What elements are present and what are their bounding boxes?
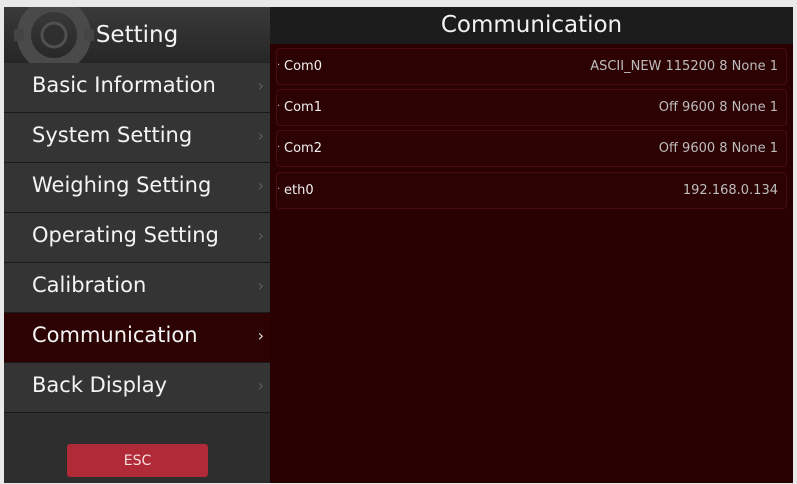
sidebar-item-label: Back Display: [32, 373, 168, 397]
bullet-icon: ·: [277, 184, 281, 195]
bullet-icon: ·: [277, 60, 281, 71]
sidebar-item-back-display[interactable]: Back Display ›: [4, 363, 270, 413]
sidebar-item-label: Basic Information: [32, 73, 216, 97]
bullet-icon: ·: [277, 101, 281, 112]
sidebar-item-label: Calibration: [32, 273, 147, 297]
chevron-right-icon: ›: [257, 326, 264, 345]
chevron-right-icon: ›: [257, 276, 264, 295]
sidebar-item-basic-information[interactable]: Basic Information ›: [4, 63, 270, 113]
sidebar-menu: Basic Information › System Setting › Wei…: [4, 63, 270, 413]
esc-button[interactable]: ESC: [67, 444, 208, 477]
main-header: Communication: [270, 7, 793, 44]
page-title: Communication: [440, 12, 623, 38]
port-name: Com0: [284, 59, 322, 74]
main-panel: Communication · Com0 ASCII_NEW 115200 8 …: [270, 7, 793, 483]
sidebar-item-operating-setting[interactable]: Operating Setting ›: [4, 213, 270, 263]
list-item-com1[interactable]: · Com1 Off 9600 8 None 1: [276, 89, 787, 126]
list-item-com2[interactable]: · Com2 Off 9600 8 None 1: [276, 130, 787, 167]
chevron-right-icon: ›: [257, 76, 264, 95]
sidebar-item-calibration[interactable]: Calibration ›: [4, 263, 270, 313]
sidebar-item-label: Weighing Setting: [32, 173, 212, 197]
port-settings: Off 9600 8 None 1: [658, 100, 778, 115]
chevron-right-icon: ›: [257, 226, 264, 245]
sidebar-item-communication[interactable]: Communication ›: [4, 313, 270, 363]
port-name: eth0: [284, 183, 314, 198]
sidebar-item-weighing-setting[interactable]: Weighing Setting ›: [4, 163, 270, 213]
sidebar-item-label: System Setting: [32, 123, 193, 147]
port-settings: Off 9600 8 None 1: [658, 141, 778, 156]
port-settings: ASCII_NEW 115200 8 None 1: [590, 59, 778, 74]
sidebar-header: Setting: [4, 7, 270, 63]
sidebar-item-label: Communication: [32, 323, 198, 347]
chevron-right-icon: ›: [257, 126, 264, 145]
list-item-eth0[interactable]: · eth0 192.168.0.134: [276, 172, 787, 209]
sidebar-item-system-setting[interactable]: System Setting ›: [4, 113, 270, 163]
chevron-right-icon: ›: [257, 176, 264, 195]
sidebar: Setting Basic Information › System Setti…: [4, 7, 270, 483]
sidebar-item-label: Operating Setting: [32, 223, 219, 247]
device-screen: Setting Basic Information › System Setti…: [4, 7, 793, 483]
port-name: Com1: [284, 100, 322, 115]
sidebar-title: Setting: [95, 22, 179, 48]
port-name: Com2: [284, 141, 322, 156]
port-settings: 192.168.0.134: [682, 183, 778, 198]
chevron-right-icon: ›: [257, 376, 264, 395]
bullet-icon: ·: [277, 142, 281, 153]
list-item-com0[interactable]: · Com0 ASCII_NEW 115200 8 None 1: [276, 48, 787, 85]
